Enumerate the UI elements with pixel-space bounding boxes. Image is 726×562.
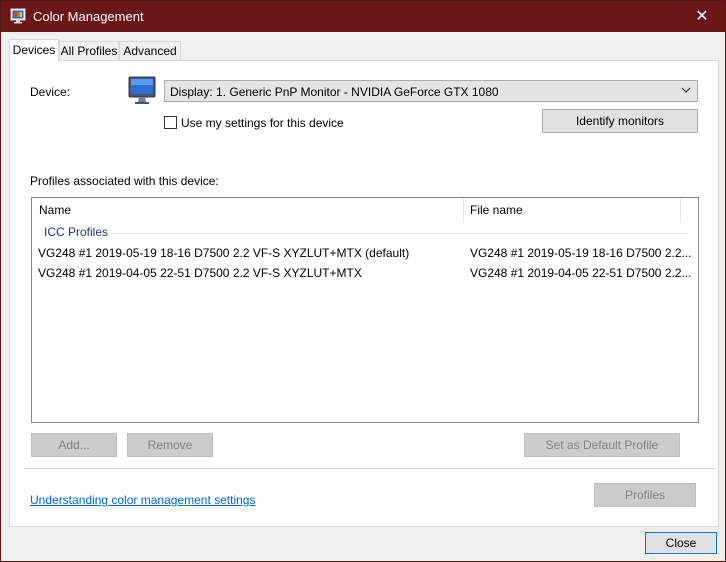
device-select[interactable]: Display: 1. Generic PnP Monitor - NVIDIA… [164, 80, 698, 102]
use-my-settings-checkbox[interactable] [164, 116, 177, 129]
group-header-icc-profiles: ICC Profiles [44, 225, 109, 239]
profile-name: VG248 #1 2019-05-19 18-16 D7500 2.2 VF-S… [38, 246, 410, 260]
profiles-button[interactable]: Profiles [594, 483, 696, 507]
profiles-button-label: Profiles [624, 488, 665, 502]
device-select-value: Display: 1. Generic PnP Monitor - NVIDIA… [170, 85, 499, 99]
close-button[interactable]: Close [645, 532, 717, 554]
identify-monitors-label: Identify monitors [575, 114, 665, 128]
window-close-button[interactable]: ✕ [679, 1, 725, 32]
device-label: Device: [30, 85, 71, 99]
color-management-icon [10, 8, 26, 24]
use-my-settings-label: Use my settings for this device [181, 116, 344, 130]
add-button[interactable]: Add... [31, 433, 117, 457]
tab-advanced-label: Advanced [123, 44, 177, 58]
column-header-name[interactable]: Name [39, 198, 71, 222]
set-default-profile-button[interactable]: Set as Default Profile [524, 433, 680, 457]
devices-panel: Device: Display: 1. Generic PnP Monitor … [9, 60, 719, 527]
tab-devices-label: Devices [12, 43, 56, 57]
window-title: Color Management [33, 9, 144, 24]
tab-advanced[interactable]: Advanced [119, 41, 181, 61]
profile-file-name: VG248 #1 2019-05-19 18-16 D7500 2.2... [470, 246, 692, 260]
close-button-label: Close [665, 536, 697, 550]
monitor-icon [128, 76, 156, 104]
tab-all-profiles-label: All Profiles [60, 44, 118, 58]
column-separator [680, 198, 681, 222]
profiles-section-label: Profiles associated with this device: [30, 174, 219, 188]
column-separator [463, 198, 464, 222]
divider [24, 468, 716, 469]
tab-devices[interactable]: Devices [9, 39, 59, 62]
profile-name: VG248 #1 2019-04-05 22-51 D7500 2.2 VF-S… [38, 266, 362, 280]
chevron-down-icon [681, 87, 691, 93]
profiles-list[interactable]: Name File name ICC Profiles VG248 #1 201… [31, 197, 699, 423]
title-bar: Color Management ✕ [1, 1, 725, 32]
add-button-label: Add... [58, 438, 90, 452]
column-header-file-name[interactable]: File name [470, 198, 523, 222]
remove-button[interactable]: Remove [127, 433, 213, 457]
table-row[interactable]: VG248 #1 2019-05-19 18-16 D7500 2.2 VF-S… [32, 243, 698, 263]
table-row[interactable]: VG248 #1 2019-04-05 22-51 D7500 2.2 VF-S… [32, 263, 698, 283]
set-default-profile-label: Set as Default Profile [545, 438, 659, 452]
group-divider [112, 233, 688, 234]
identify-monitors-button[interactable]: Identify monitors [542, 109, 698, 133]
remove-button-label: Remove [147, 438, 193, 452]
tab-all-profiles[interactable]: All Profiles [59, 41, 119, 61]
color-management-window: Color Management ✕ Devices All Profiles … [0, 0, 726, 562]
profile-file-name: VG248 #1 2019-04-05 22-51 D7500 2.2... [470, 266, 692, 280]
understanding-color-management-link[interactable]: Understanding color management settings [30, 493, 255, 507]
